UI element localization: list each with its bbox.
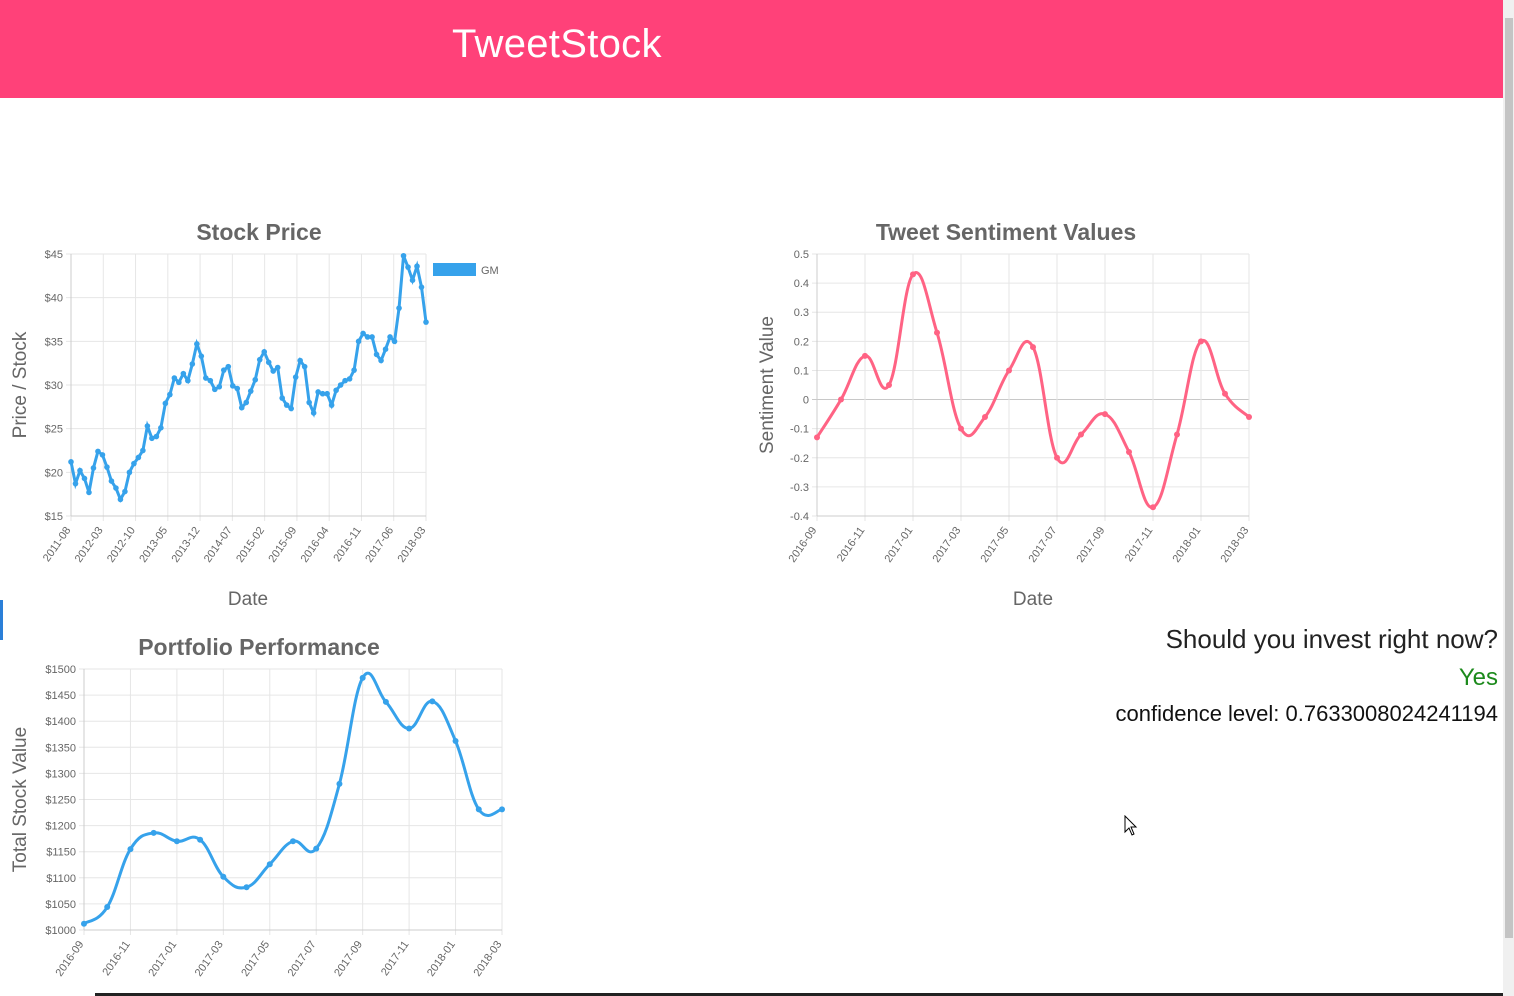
data-point (81, 920, 87, 927)
data-point (814, 434, 820, 441)
data-point (1006, 367, 1012, 374)
x-tick-label: 2017-09 (1074, 525, 1107, 565)
data-point (429, 698, 436, 705)
data-point (150, 829, 157, 836)
data-point (266, 861, 273, 868)
data-point (1246, 414, 1252, 421)
y-tick-label: $1050 (45, 899, 76, 911)
series-line (815, 271, 1251, 509)
data-point (982, 414, 988, 421)
data-point (336, 780, 343, 787)
data-point (1126, 448, 1132, 455)
scrollbar-thumb[interactable] (1505, 18, 1513, 938)
x-tick-label: 2017-01 (882, 525, 915, 565)
x-tick-label: 2017-03 (930, 525, 963, 565)
y-tick-label: $1250 (45, 795, 76, 807)
data-point (886, 382, 892, 388)
x-tick-label: 2017-05 (978, 525, 1011, 565)
y-tick-label: 0.5 (794, 249, 809, 261)
x-tick-label: 2018-01 (425, 939, 458, 979)
series-line (83, 671, 503, 926)
y-tick-label: $1500 (45, 664, 76, 676)
data-point (313, 845, 320, 852)
x-axis-title: Date (1013, 589, 1053, 610)
y-tick-label: 0.1 (794, 365, 809, 377)
data-point (934, 329, 940, 336)
data-point (958, 425, 964, 432)
y-tick-label: -0.3 (790, 482, 809, 494)
x-tick-label: 2017-11 (1123, 525, 1156, 564)
x-tick-label: 2016-09 (53, 939, 86, 979)
mouse-cursor-icon (1124, 815, 1138, 836)
confidence-level: confidence level: 0.7633008024241194 (1115, 701, 1498, 726)
data-point (290, 838, 296, 845)
data-point (127, 846, 134, 853)
data-point (220, 873, 227, 880)
x-tick-label: 2016-11 (100, 939, 133, 978)
data-point (197, 836, 204, 843)
data-point (1222, 390, 1228, 397)
x-tick-label: 2018-01 (1170, 525, 1203, 565)
data-point (104, 904, 111, 911)
y-tick-label: 0.2 (794, 336, 809, 348)
data-point (1198, 338, 1204, 345)
data-point (499, 806, 505, 813)
data-point (910, 271, 916, 278)
x-tick-label: 2016-11 (835, 525, 868, 564)
invest-answer: Yes (1458, 664, 1498, 691)
data-point (173, 838, 180, 845)
data-point (1174, 431, 1180, 438)
x-tick-label: 2018-03 (471, 939, 504, 979)
data-point (1078, 431, 1084, 438)
x-tick-label: 2017-07 (1026, 525, 1059, 565)
x-tick-label: 2017-05 (239, 939, 272, 979)
portfolio-performance-chart: Portfolio Performance $1000 $1050 $1100 $115… (10, 634, 505, 979)
y-tick-label: 0.3 (794, 307, 809, 319)
y-tick-label: $1300 (45, 768, 76, 780)
data-point (475, 806, 482, 813)
x-tick-label: 2017-09 (332, 939, 365, 979)
data-point (452, 738, 459, 745)
y-axis-title: Sentiment Value (757, 316, 778, 454)
data-point (862, 352, 868, 359)
y-tick-label: $1150 (46, 847, 76, 859)
data-point (406, 725, 413, 732)
data-point (1030, 344, 1036, 351)
y-tick-label: 0.4 (794, 278, 809, 290)
chart-title: Portfolio Performance (138, 634, 380, 660)
x-tick-label: 2017-01 (146, 939, 179, 979)
x-tick-label: 2017-11 (379, 939, 412, 978)
y-tick-label: $1400 (45, 716, 76, 728)
data-point (1102, 411, 1108, 418)
x-tick-label: 2016-09 (786, 525, 819, 565)
data-point (838, 396, 844, 403)
x-tick-label: 2017-03 (193, 939, 226, 979)
y-tick-label: $1000 (45, 925, 76, 937)
y-tick-label: -0.1 (790, 424, 809, 436)
data-point (359, 674, 366, 681)
data-point (382, 698, 389, 705)
y-axis-title: Total Stock Value (10, 727, 31, 872)
x-tick-label: 2018-03 (1218, 525, 1251, 565)
y-tick-label: $1350 (45, 742, 76, 754)
data-point (243, 884, 250, 891)
chart-title: Tweet Sentiment Values (876, 219, 1136, 245)
data-point (1150, 504, 1156, 511)
x-tick-label: 2017-07 (286, 939, 319, 979)
y-tick-label: -0.4 (790, 511, 809, 523)
y-tick-label: -0.2 (790, 453, 809, 465)
y-tick-label: $1450 (45, 690, 76, 702)
data-point (1054, 454, 1060, 461)
y-tick-label: $1200 (45, 821, 76, 833)
invest-question: Should you invest right now? (1165, 624, 1498, 654)
y-tick-label: 0 (803, 395, 809, 407)
y-tick-label: $1100 (46, 873, 76, 885)
